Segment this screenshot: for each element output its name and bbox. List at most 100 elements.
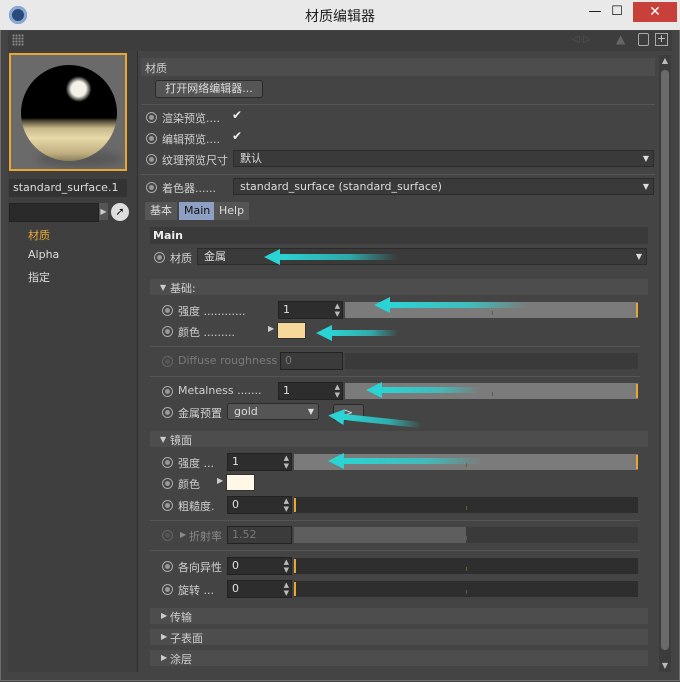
maximize-button[interactable]: ☐	[602, 2, 632, 22]
anisotropy-slider[interactable]	[294, 558, 638, 574]
main-header	[150, 227, 648, 244]
edit-preview-checkbox[interactable]: ✔	[232, 129, 242, 143]
metalness-input[interactable]: 1 ▲ ▼	[278, 382, 343, 400]
rotation-input[interactable]: 0 ▲ ▼	[227, 580, 292, 598]
diffuse-roughness-radio	[162, 356, 173, 367]
specular-weight-value: 1	[232, 455, 239, 468]
material-type-radio[interactable]	[154, 252, 165, 263]
nav-item-alpha[interactable]: Alpha	[28, 248, 59, 261]
expanded-triangle-icon: ▼	[160, 283, 167, 292]
roughness-slider[interactable]	[294, 497, 638, 513]
divider	[141, 174, 655, 175]
base-section-header[interactable]	[150, 279, 648, 295]
lock-icon[interactable]	[638, 33, 649, 46]
render-preview-radio[interactable]	[146, 112, 157, 123]
preview-sphere	[21, 65, 117, 161]
rotation-radio[interactable]	[162, 584, 173, 595]
specular-weight-input[interactable]: 1 ▲ ▼	[227, 453, 292, 471]
anisotropy-radio[interactable]	[162, 561, 173, 572]
rotation-slider[interactable]	[294, 581, 638, 597]
slider-handle[interactable]	[294, 582, 296, 596]
nav-back-icon[interactable]: ◁ ▷	[572, 34, 602, 46]
expand-arrow-button[interactable]: ▶	[99, 203, 108, 220]
expand-triangle-icon[interactable]: ▶	[217, 476, 223, 485]
rotation-value: 0	[232, 582, 239, 595]
shader-label: 着色器......	[162, 182, 216, 195]
ior-slider	[294, 527, 638, 543]
edit-preview-radio[interactable]	[146, 133, 157, 144]
new-panel-icon[interactable]: +	[655, 33, 668, 46]
scrollbar-thumb[interactable]	[661, 70, 669, 650]
slider-handle[interactable]	[636, 384, 638, 398]
tab-basic[interactable]: 基本	[145, 202, 177, 220]
roughness-label: 粗糙度.	[178, 500, 215, 513]
pick-cursor-icon[interactable]: ➚	[111, 203, 129, 221]
render-preview-checkbox[interactable]: ✔	[232, 108, 242, 122]
slider-handle[interactable]	[294, 498, 296, 512]
render-preview-label: 渲染预览....	[162, 112, 220, 125]
collapsed-triangle-icon: ▶	[161, 632, 168, 641]
grip-icon[interactable]	[12, 34, 24, 46]
spinner-icon[interactable]: ▲ ▼	[284, 454, 289, 470]
metal-preset-label: 金属预置	[178, 407, 222, 420]
base-color-label: 颜色 .........	[178, 326, 235, 339]
base-color-swatch[interactable]	[277, 322, 306, 339]
material-name-field[interactable]: standard_surface.1	[9, 179, 127, 197]
left-search-input[interactable]	[9, 203, 99, 222]
roughness-radio[interactable]	[162, 500, 173, 511]
specular-color-swatch[interactable]	[226, 474, 255, 491]
material-preview[interactable]	[9, 53, 127, 171]
rotation-label: 旋转 ...	[178, 584, 214, 597]
texture-preview-dropdown[interactable]: 默认 ▼	[233, 150, 654, 167]
spinner-icon[interactable]: ▲ ▼	[335, 383, 340, 399]
close-button[interactable]: ✕	[633, 2, 677, 22]
metal-preset-dropdown[interactable]: gold ▼	[227, 403, 319, 420]
scroll-up-icon[interactable]: ▲	[660, 56, 670, 65]
base-weight-value: 1	[283, 303, 290, 316]
up-icon[interactable]: ▲	[616, 32, 625, 46]
base-weight-input[interactable]: 1 ▲ ▼	[278, 301, 343, 319]
collapsed-triangle-icon: ▶	[161, 611, 168, 620]
slider-handle[interactable]	[636, 303, 638, 317]
diffuse-roughness-value: 0	[285, 354, 292, 367]
window-title: 材质编辑器	[305, 9, 375, 25]
open-node-editor-button[interactable]: 打开网络编辑器...	[155, 80, 263, 98]
annotation-arrow	[264, 249, 398, 265]
spinner-icon[interactable]: ▲ ▼	[284, 497, 289, 513]
shader-dropdown[interactable]: standard_surface (standard_surface) ▼	[233, 178, 654, 195]
divider	[150, 520, 640, 521]
texture-preview-label: 纹理预览尺寸	[162, 154, 228, 167]
specular-section-header[interactable]	[150, 431, 648, 447]
metalness-radio[interactable]	[162, 386, 173, 397]
spinner-icon[interactable]: ▲ ▼	[335, 302, 340, 318]
slider-handle[interactable]	[636, 455, 638, 469]
transmission-section-header[interactable]	[150, 608, 648, 624]
roughness-input[interactable]: 0 ▲ ▼	[227, 496, 292, 514]
metalness-label: Metalness .......	[178, 384, 262, 397]
coat-section-header[interactable]	[150, 650, 648, 666]
spinner-icon[interactable]: ▲ ▼	[284, 558, 289, 574]
slider-handle[interactable]	[294, 559, 296, 573]
specular-weight-radio[interactable]	[162, 457, 173, 468]
expand-triangle-icon[interactable]: ▶	[268, 324, 274, 333]
scroll-down-icon[interactable]: ▼	[660, 661, 670, 670]
divider	[150, 346, 640, 347]
nav-item-material[interactable]: 材质	[28, 227, 50, 243]
base-weight-radio[interactable]	[162, 305, 173, 316]
tab-help[interactable]: Help	[214, 202, 250, 220]
texture-preview-radio[interactable]	[146, 154, 157, 165]
subsurface-section-header[interactable]	[150, 629, 648, 645]
nav-item-assign[interactable]: 指定	[28, 269, 50, 285]
metalness-value: 1	[283, 384, 290, 397]
metal-preset-radio[interactable]	[162, 407, 173, 418]
shader-radio[interactable]	[146, 182, 157, 193]
ior-radio	[162, 530, 173, 541]
metal-preset-value: gold	[234, 405, 258, 418]
tab-main[interactable]: Main	[179, 202, 216, 220]
material-section-header	[141, 58, 655, 76]
anisotropy-input[interactable]: 0 ▲ ▼	[227, 557, 292, 575]
base-color-radio[interactable]	[162, 326, 173, 337]
specular-color-radio[interactable]	[162, 478, 173, 489]
slider-midpoint-tick	[492, 311, 493, 315]
spinner-icon[interactable]: ▲ ▼	[284, 581, 289, 597]
